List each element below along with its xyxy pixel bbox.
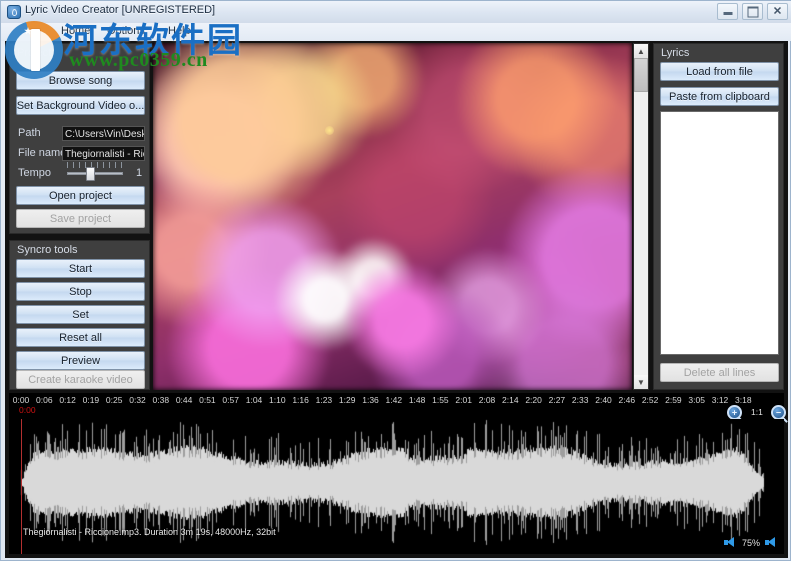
timeline-tick: 0:44 [175, 395, 193, 405]
work-area: Project Browse song Set Background Video… [5, 41, 788, 558]
video-preview-scrollbar[interactable]: ▲ ▼ [633, 43, 649, 390]
paste-from-clipboard-button[interactable]: Paste from clipboard [660, 87, 779, 106]
video-preview[interactable] [153, 43, 632, 390]
timeline-tick: 0:25 [105, 395, 123, 405]
timeline-tick: 3:05 [688, 395, 705, 405]
scrollbar-thumb[interactable] [634, 58, 648, 92]
chevron-down-icon[interactable]: ▼ [634, 375, 648, 389]
reset-all-button[interactable]: Reset all [16, 328, 145, 347]
timeline-cursor-time: 0:00 [19, 405, 36, 415]
timeline-tick: 0:38 [152, 395, 170, 405]
set-background-video-button[interactable]: Set Background Video o... [16, 96, 145, 115]
create-karaoke-video-button: Create karaoke video [16, 370, 145, 389]
timeline-tick: 2:46 [618, 395, 636, 405]
save-project-button: Save project [16, 209, 145, 228]
syncro-panel-title: Syncro tools [17, 244, 78, 256]
project-panel: Project Browse song Set Background Video… [9, 43, 150, 234]
open-project-button[interactable]: Open project [16, 186, 145, 205]
menu-item-options[interactable]: Options [103, 25, 149, 37]
timeline-tick: 0:32 [129, 395, 146, 405]
timeline-tick: 2:14 [502, 395, 519, 405]
title-bar: Lyric Video Creator [UNREGISTERED] ✕ [1, 1, 791, 23]
timeline-tick: 2:40 [595, 395, 612, 405]
lyrics-textarea[interactable] [660, 111, 779, 355]
timeline-tick: 1:29 [338, 395, 356, 405]
zoom-in-icon[interactable]: + [727, 405, 742, 420]
volume-value: 75% [741, 537, 760, 548]
menu-item-home[interactable]: Home [57, 25, 94, 37]
tempo-slider[interactable] [67, 162, 123, 182]
menu-bar: Home Options Help [1, 23, 791, 41]
timeline-tick: 0:12 [59, 395, 76, 405]
timeline-tick: 0:57 [222, 395, 239, 405]
close-button[interactable]: ✕ [767, 3, 788, 20]
stop-button[interactable]: Stop [16, 282, 145, 301]
timeline-tick: 1:10 [269, 395, 286, 405]
timeline-tick: 1:42 [385, 395, 403, 405]
syncro-tools-panel: Syncro tools Start Stop Set Reset all Pr… [9, 240, 150, 390]
timeline-tick: 1:16 [292, 395, 309, 405]
window-frame: Lyric Video Creator [UNREGISTERED] ✕ Hom… [0, 0, 791, 561]
chevron-up-icon[interactable]: ▲ [634, 44, 648, 58]
timeline-tick: 2:08 [478, 395, 496, 405]
lyrics-panel: Lyrics Load from file Paste from clipboa… [653, 43, 784, 390]
timeline-ruler[interactable]: 0:00 0:06 0:12 0:19 0:25 0:32 0:38 0:44 0:51 0:57… [9, 393, 786, 421]
timeline-tick: 0:51 [199, 395, 216, 405]
audio-file-status: Thegiornalisti - Riccione.mp3. Duration … [23, 527, 276, 537]
zoom-reset-label[interactable]: 1:1 [751, 407, 763, 417]
maximize-button[interactable] [742, 3, 763, 20]
preview-button[interactable]: Preview [16, 351, 145, 370]
file-name-label: File name [18, 147, 67, 159]
timeline-tick: 1:23 [315, 395, 333, 405]
project-panel-title: Project [17, 47, 52, 59]
minimize-button[interactable] [717, 3, 738, 20]
tempo-value: 1 [136, 167, 143, 179]
timeline-tick: 1:04 [245, 395, 263, 405]
timeline-tick: 2:20 [525, 395, 542, 405]
background-video-frame [153, 43, 632, 390]
zoom-out-icon[interactable]: − [771, 405, 786, 420]
start-button[interactable]: Start [16, 259, 145, 278]
application-window: Lyric Video Creator [UNREGISTERED] ✕ Hom… [0, 0, 791, 561]
timeline-tick: 1:55 [432, 395, 449, 405]
close-icon: ✕ [772, 5, 783, 17]
window-controls: ✕ [717, 3, 788, 20]
timeline-tick: 0:19 [82, 395, 100, 405]
path-label: Path [18, 127, 41, 139]
timeline-tick: 2:59 [665, 395, 682, 405]
file-name-field[interactable]: Thegiornalisti - Ricc [62, 146, 145, 161]
browse-song-button[interactable]: Browse song [16, 71, 145, 90]
timeline-tick: 2:27 [548, 395, 566, 405]
tempo-label: Tempo [18, 167, 52, 179]
timeline-tick: 3:18 [735, 395, 752, 405]
timeline-tick: 1:36 [362, 395, 379, 405]
menu-item-help[interactable]: Help [164, 25, 195, 37]
speaker-down-icon[interactable] [723, 537, 737, 548]
timeline-tick: 1:48 [408, 395, 426, 405]
set-button[interactable]: Set [16, 305, 145, 324]
timeline-tick: 2:52 [641, 395, 659, 405]
delete-all-lines-button: Delete all lines [660, 363, 779, 382]
timeline-tick: 0:06 [36, 395, 53, 405]
load-from-file-button[interactable]: Load from file [660, 62, 779, 81]
window-title: Lyric Video Creator [UNREGISTERED] [25, 4, 216, 16]
app-icon [7, 5, 21, 19]
timeline-tick: 2:01 [455, 395, 472, 405]
volume-control[interactable]: 75% [723, 537, 778, 548]
tempo-slider-thumb[interactable] [86, 167, 96, 181]
timeline-tick: 3:12 [711, 395, 729, 405]
path-field[interactable]: C:\Users\Vin\Deskt [62, 126, 145, 141]
playhead-marker[interactable] [21, 419, 22, 554]
speaker-up-icon[interactable] [765, 537, 778, 548]
waveform-display[interactable]: Thegiornalisti - Riccione.mp3. Duration … [9, 419, 784, 554]
lyrics-panel-title: Lyrics [661, 47, 690, 59]
timeline-tick: 0:00 [12, 395, 30, 405]
timeline-tick: 2:33 [571, 395, 589, 405]
